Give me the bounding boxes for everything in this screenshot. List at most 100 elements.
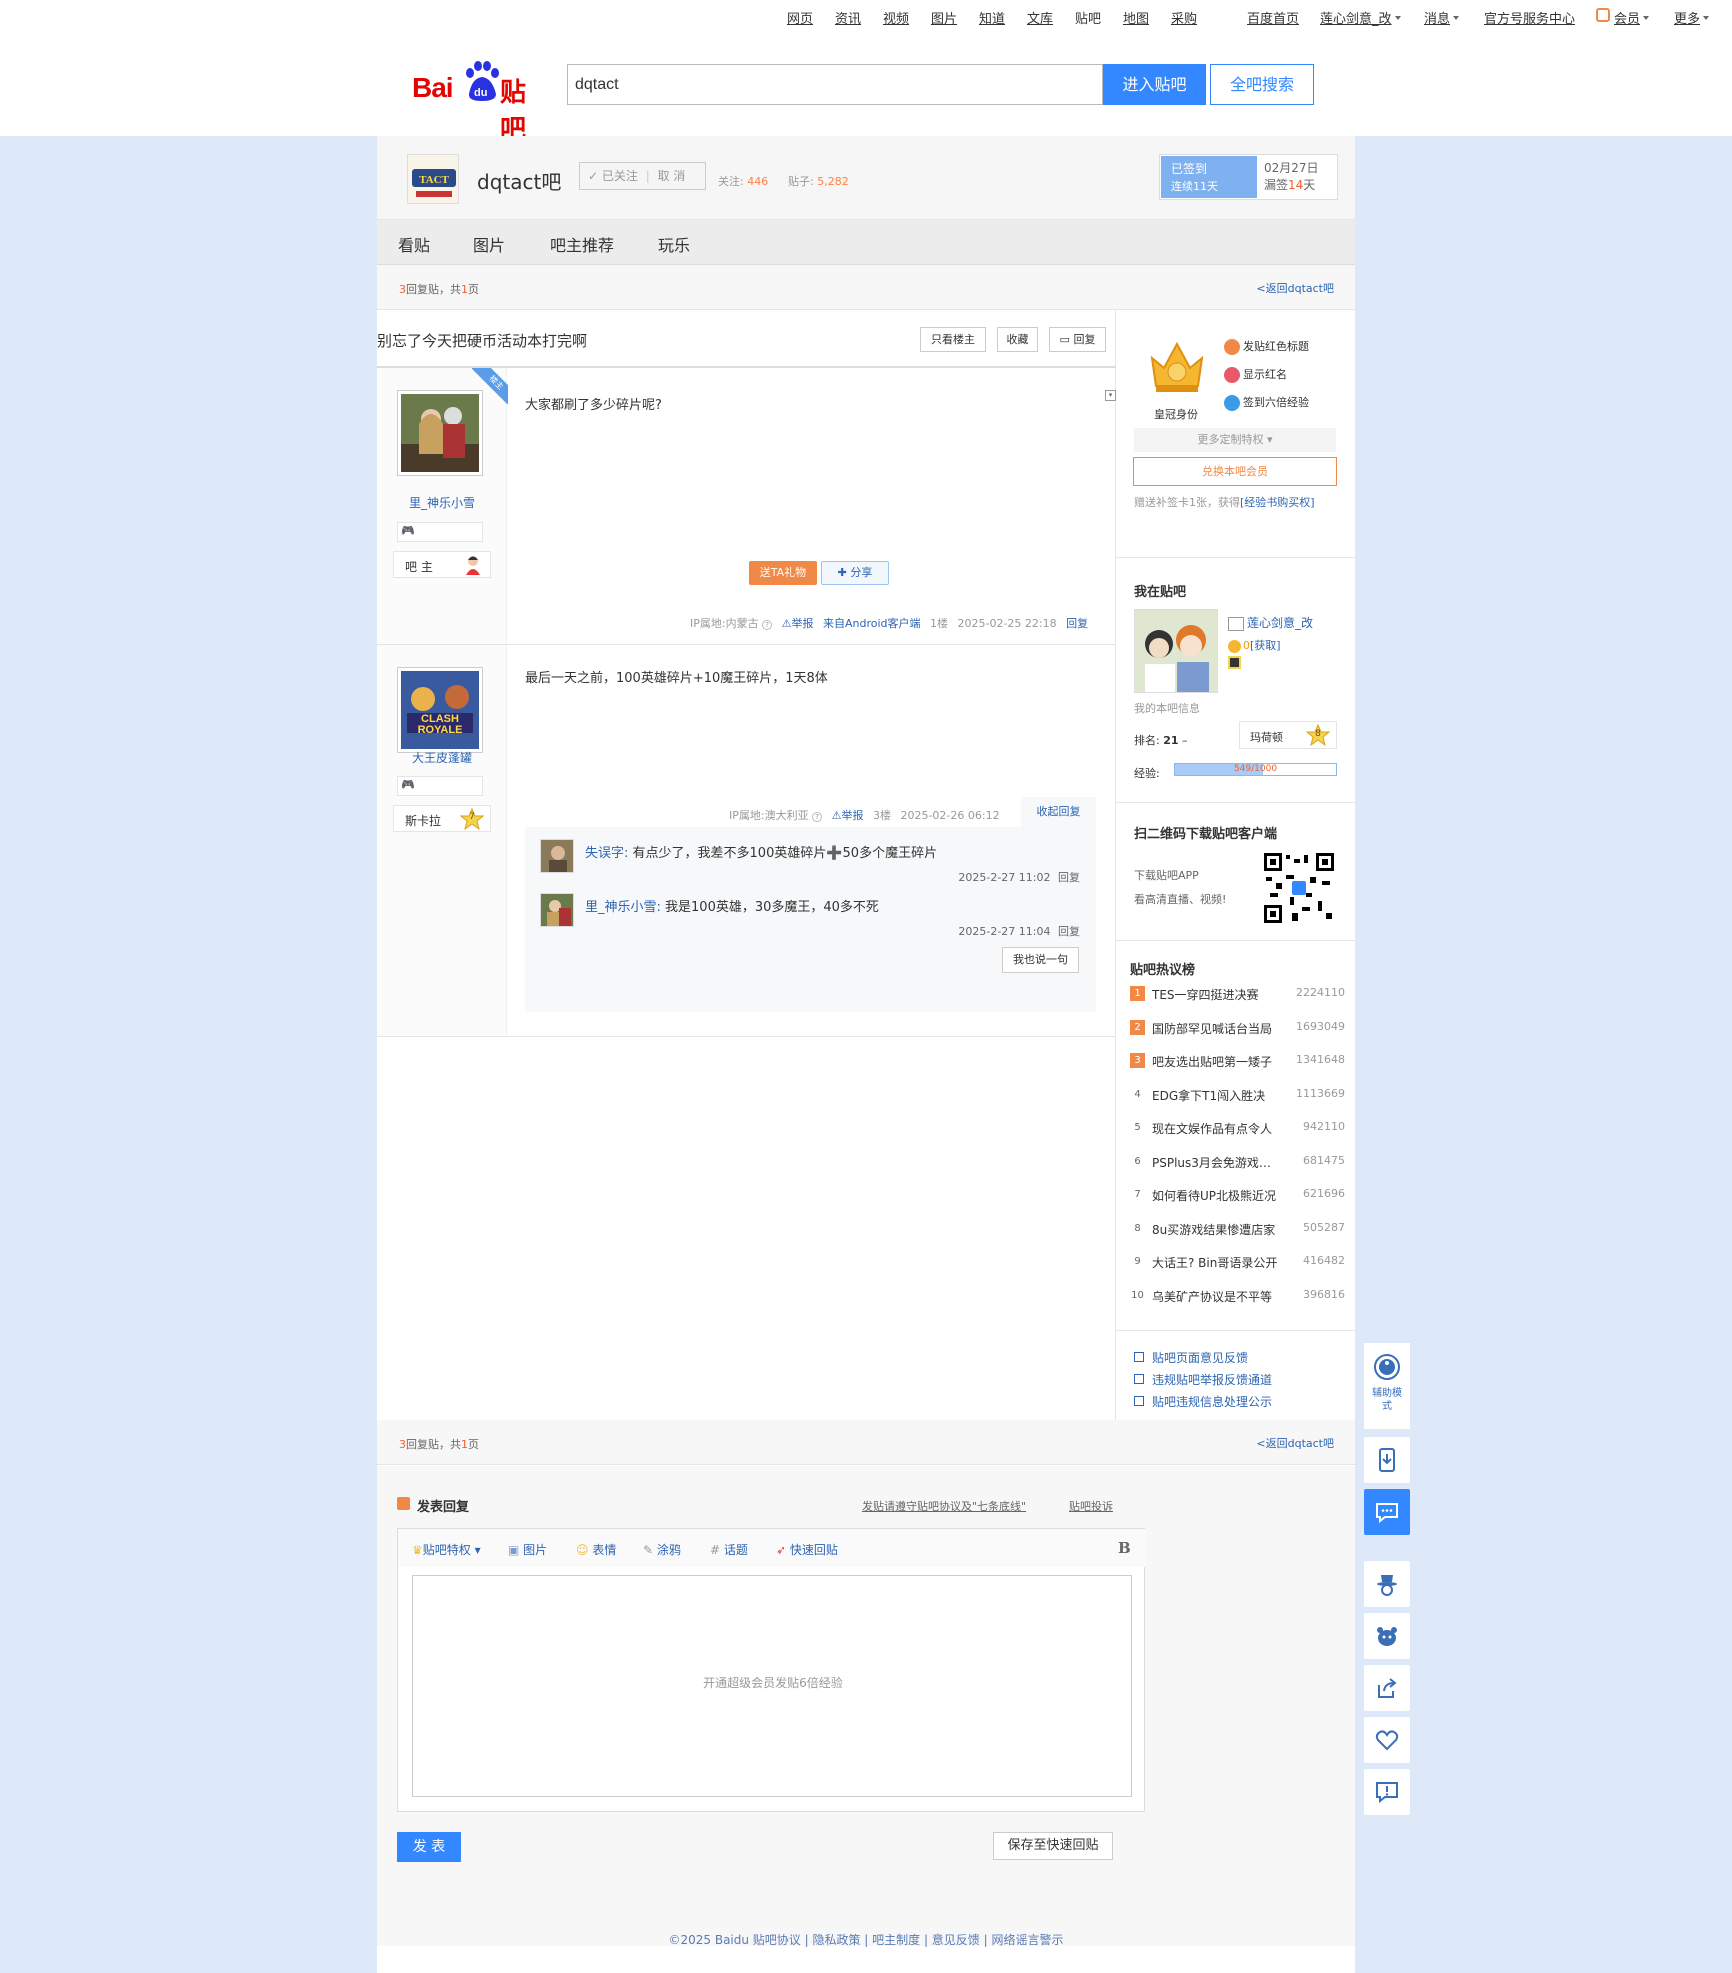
client-link[interactable]: 来自Android客户端 bbox=[823, 617, 921, 630]
nav-member[interactable]: 会员 bbox=[1614, 8, 1649, 27]
forum-avatar[interactable]: TACT bbox=[407, 154, 459, 204]
feedback-link[interactable]: 贴吧页面意见反馈 bbox=[1152, 1349, 1248, 1366]
mascot-button[interactable] bbox=[1364, 1561, 1410, 1607]
hot-title[interactable]: 大话王? Bin哥语录公开 bbox=[1152, 1254, 1280, 1271]
tool-topic[interactable]: # 话题 bbox=[710, 1541, 748, 1558]
favorite-button[interactable]: 收藏 bbox=[997, 327, 1038, 352]
only-op-button[interactable]: 只看楼主 bbox=[920, 327, 986, 352]
nav-messages[interactable]: 消息 bbox=[1424, 8, 1459, 27]
more-perks-toggle[interactable]: 更多定制特权 ▾ bbox=[1134, 428, 1336, 452]
submit-post-button[interactable]: 发 表 bbox=[397, 1832, 461, 1862]
back-to-forum-link[interactable]: <返回dqtact吧 bbox=[1256, 1435, 1334, 1451]
unfollow-button[interactable]: 取 消 bbox=[658, 169, 686, 183]
tool-privilege[interactable]: ♛贴吧特权 ▾ bbox=[412, 1541, 481, 1558]
nav-web[interactable]: 网页 bbox=[787, 8, 813, 27]
report-link[interactable]: ⚠举报 bbox=[782, 617, 814, 630]
say-something-button[interactable]: 我也说一句 bbox=[1002, 947, 1079, 973]
search-input[interactable]: dqtact bbox=[567, 64, 1103, 105]
reply-textarea[interactable]: 开通超级会员发贴6倍经验 bbox=[412, 1575, 1132, 1797]
tab-images[interactable]: 图片 bbox=[473, 232, 505, 256]
post-username[interactable]: 大王皮蓬罐 bbox=[377, 749, 507, 766]
violation-notice-link[interactable]: 贴吧违规信息处理公示 bbox=[1152, 1393, 1272, 1410]
nav-tieba[interactable]: 贴吧 bbox=[1075, 8, 1101, 27]
search-all-button[interactable]: 全吧搜索 bbox=[1210, 64, 1314, 105]
hot-title[interactable]: 如何看待UP北极熊近况 bbox=[1152, 1187, 1280, 1204]
send-gift-button[interactable]: 送TA礼物 bbox=[749, 561, 817, 585]
sub-reply-link[interactable]: 回复 bbox=[1058, 871, 1080, 884]
reply-button[interactable]: ▭ 回复 bbox=[1049, 327, 1106, 352]
share-side-button[interactable] bbox=[1364, 1665, 1410, 1711]
exp-book-link[interactable]: [经验书购买权] bbox=[1240, 496, 1315, 509]
hot-title[interactable]: 8u买游戏结果惨遭店家 bbox=[1152, 1221, 1280, 1238]
avatar[interactable]: CLASH ROYALE bbox=[397, 667, 483, 753]
bold-button[interactable]: B bbox=[1118, 1539, 1131, 1557]
hot-title[interactable]: EDG拿下T1闯入胜决 bbox=[1152, 1087, 1280, 1104]
nav-news[interactable]: 资讯 bbox=[835, 8, 861, 27]
hot-topic-item[interactable]: 4 EDG拿下T1闯入胜决 1113669 bbox=[1130, 1085, 1345, 1107]
hot-title[interactable]: 现在文娱作品有点令人 bbox=[1152, 1120, 1280, 1137]
hot-title[interactable]: 国防部罕见喊话台当局 bbox=[1152, 1020, 1280, 1037]
tab-posts[interactable]: 看贴 bbox=[398, 232, 430, 256]
reply-shortcut-button[interactable] bbox=[1364, 1489, 1410, 1535]
qr-code-image[interactable] bbox=[1262, 851, 1336, 925]
avatar[interactable] bbox=[397, 390, 483, 476]
nav-more[interactable]: 更多 bbox=[1674, 8, 1709, 27]
nav-image[interactable]: 图片 bbox=[931, 8, 957, 27]
exchange-member-button[interactable]: 兑换本吧会员 bbox=[1133, 457, 1337, 486]
signed-button[interactable]: 已签到 连续11天 bbox=[1161, 156, 1257, 198]
follow-status-button[interactable]: ✓ 已关注 | 取 消 bbox=[579, 162, 706, 190]
save-quick-reply-button[interactable]: 保存至快速回贴 bbox=[993, 1832, 1113, 1860]
collapse-replies-button[interactable]: 收起回复 bbox=[1021, 797, 1096, 827]
hot-topic-item[interactable]: 9 大话王? Bin哥语录公开 416482 bbox=[1130, 1252, 1345, 1274]
nav-map[interactable]: 地图 bbox=[1123, 8, 1149, 27]
tool-quick-reply[interactable]: ➶ 快速回贴 bbox=[776, 1541, 838, 1558]
report-link[interactable]: ⚠举报 bbox=[832, 809, 864, 822]
sub-reply-user[interactable]: 失误字: bbox=[585, 846, 628, 861]
nav-zhidao[interactable]: 知道 bbox=[979, 8, 1005, 27]
my-username[interactable]: 莲心剑意_改 bbox=[1228, 614, 1313, 631]
posting-rules-link[interactable]: 发贴请遵守贴吧协议及"七条底线" bbox=[862, 1498, 1026, 1514]
hot-topic-item[interactable]: 10 乌美矿产协议是不平等 396816 bbox=[1130, 1286, 1345, 1308]
post-menu-icon[interactable]: ▾ bbox=[1105, 390, 1116, 401]
nav-video[interactable]: 视频 bbox=[883, 8, 909, 27]
hot-title[interactable]: PSPlus3月会免游戏公布 bbox=[1152, 1154, 1280, 1171]
hot-topic-item[interactable]: 8 8u买游戏结果惨遭店家 505287 bbox=[1130, 1219, 1345, 1241]
tool-doodle[interactable]: ✎ 涂鸦 bbox=[643, 1541, 681, 1558]
my-avatar[interactable] bbox=[1134, 609, 1218, 693]
hot-topic-item[interactable]: 2 国防部罕见喊话台当局 1693049 bbox=[1130, 1018, 1345, 1040]
hot-topic-item[interactable]: 5 现在文娱作品有点令人 942110 bbox=[1130, 1118, 1345, 1140]
nav-caigou[interactable]: 采购 bbox=[1171, 8, 1197, 27]
report-channel-link[interactable]: 违规贴吧举报反馈通道 bbox=[1152, 1371, 1272, 1388]
avatar[interactable] bbox=[540, 839, 574, 873]
hot-title[interactable]: 乌美矿产协议是不平等 bbox=[1152, 1288, 1280, 1305]
report-side-button[interactable] bbox=[1364, 1769, 1410, 1815]
tab-fun[interactable]: 玩乐 bbox=[658, 232, 690, 256]
like-side-button[interactable] bbox=[1364, 1717, 1410, 1763]
get-coins-link[interactable]: [获取] bbox=[1250, 639, 1281, 652]
enter-bar-button[interactable]: 进入贴吧 bbox=[1103, 64, 1206, 105]
assist-mode-button[interactable]: 辅助模式 bbox=[1364, 1343, 1410, 1429]
hot-topic-item[interactable]: 1 TES一穿四挺进决赛 2224110 bbox=[1130, 984, 1345, 1006]
hot-topic-item[interactable]: 3 吧友选出贴吧第一矮子 1341648 bbox=[1130, 1051, 1345, 1073]
sub-reply-user[interactable]: 里_神乐小雪: bbox=[585, 900, 661, 915]
post-reply-link[interactable]: 回复 bbox=[1066, 617, 1088, 630]
bear-button[interactable] bbox=[1364, 1613, 1410, 1659]
nav-baidu-home[interactable]: 百度首页 bbox=[1247, 8, 1299, 27]
tool-image[interactable]: ▣ 图片 bbox=[508, 1541, 547, 1558]
forum-name[interactable]: dqtact吧 bbox=[477, 166, 561, 195]
back-to-forum-link[interactable]: <返回dqtact吧 bbox=[1256, 280, 1334, 296]
nav-official-service[interactable]: 官方号服务中心 bbox=[1484, 8, 1575, 27]
post-username[interactable]: 里_神乐小雪 bbox=[377, 494, 507, 511]
nav-wenku[interactable]: 文库 bbox=[1027, 8, 1053, 27]
hot-topic-item[interactable]: 6 PSPlus3月会免游戏公布 681475 bbox=[1130, 1152, 1345, 1174]
tool-emoji[interactable]: ☺ 表情 bbox=[576, 1541, 616, 1558]
baidu-tieba-logo[interactable]: Bai du 贴吧 bbox=[410, 60, 550, 145]
hot-title[interactable]: TES一穿四挺进决赛 bbox=[1152, 986, 1280, 1003]
hot-title[interactable]: 吧友选出贴吧第一矮子 bbox=[1152, 1053, 1280, 1070]
tab-recommend[interactable]: 吧主推荐 bbox=[550, 232, 614, 256]
nav-username[interactable]: 莲心剑意_改 bbox=[1320, 8, 1401, 27]
avatar[interactable] bbox=[540, 893, 574, 927]
sub-reply-link[interactable]: 回复 bbox=[1058, 925, 1080, 938]
hot-topic-item[interactable]: 7 如何看待UP北极熊近况 621696 bbox=[1130, 1185, 1345, 1207]
download-app-button[interactable] bbox=[1364, 1437, 1410, 1483]
